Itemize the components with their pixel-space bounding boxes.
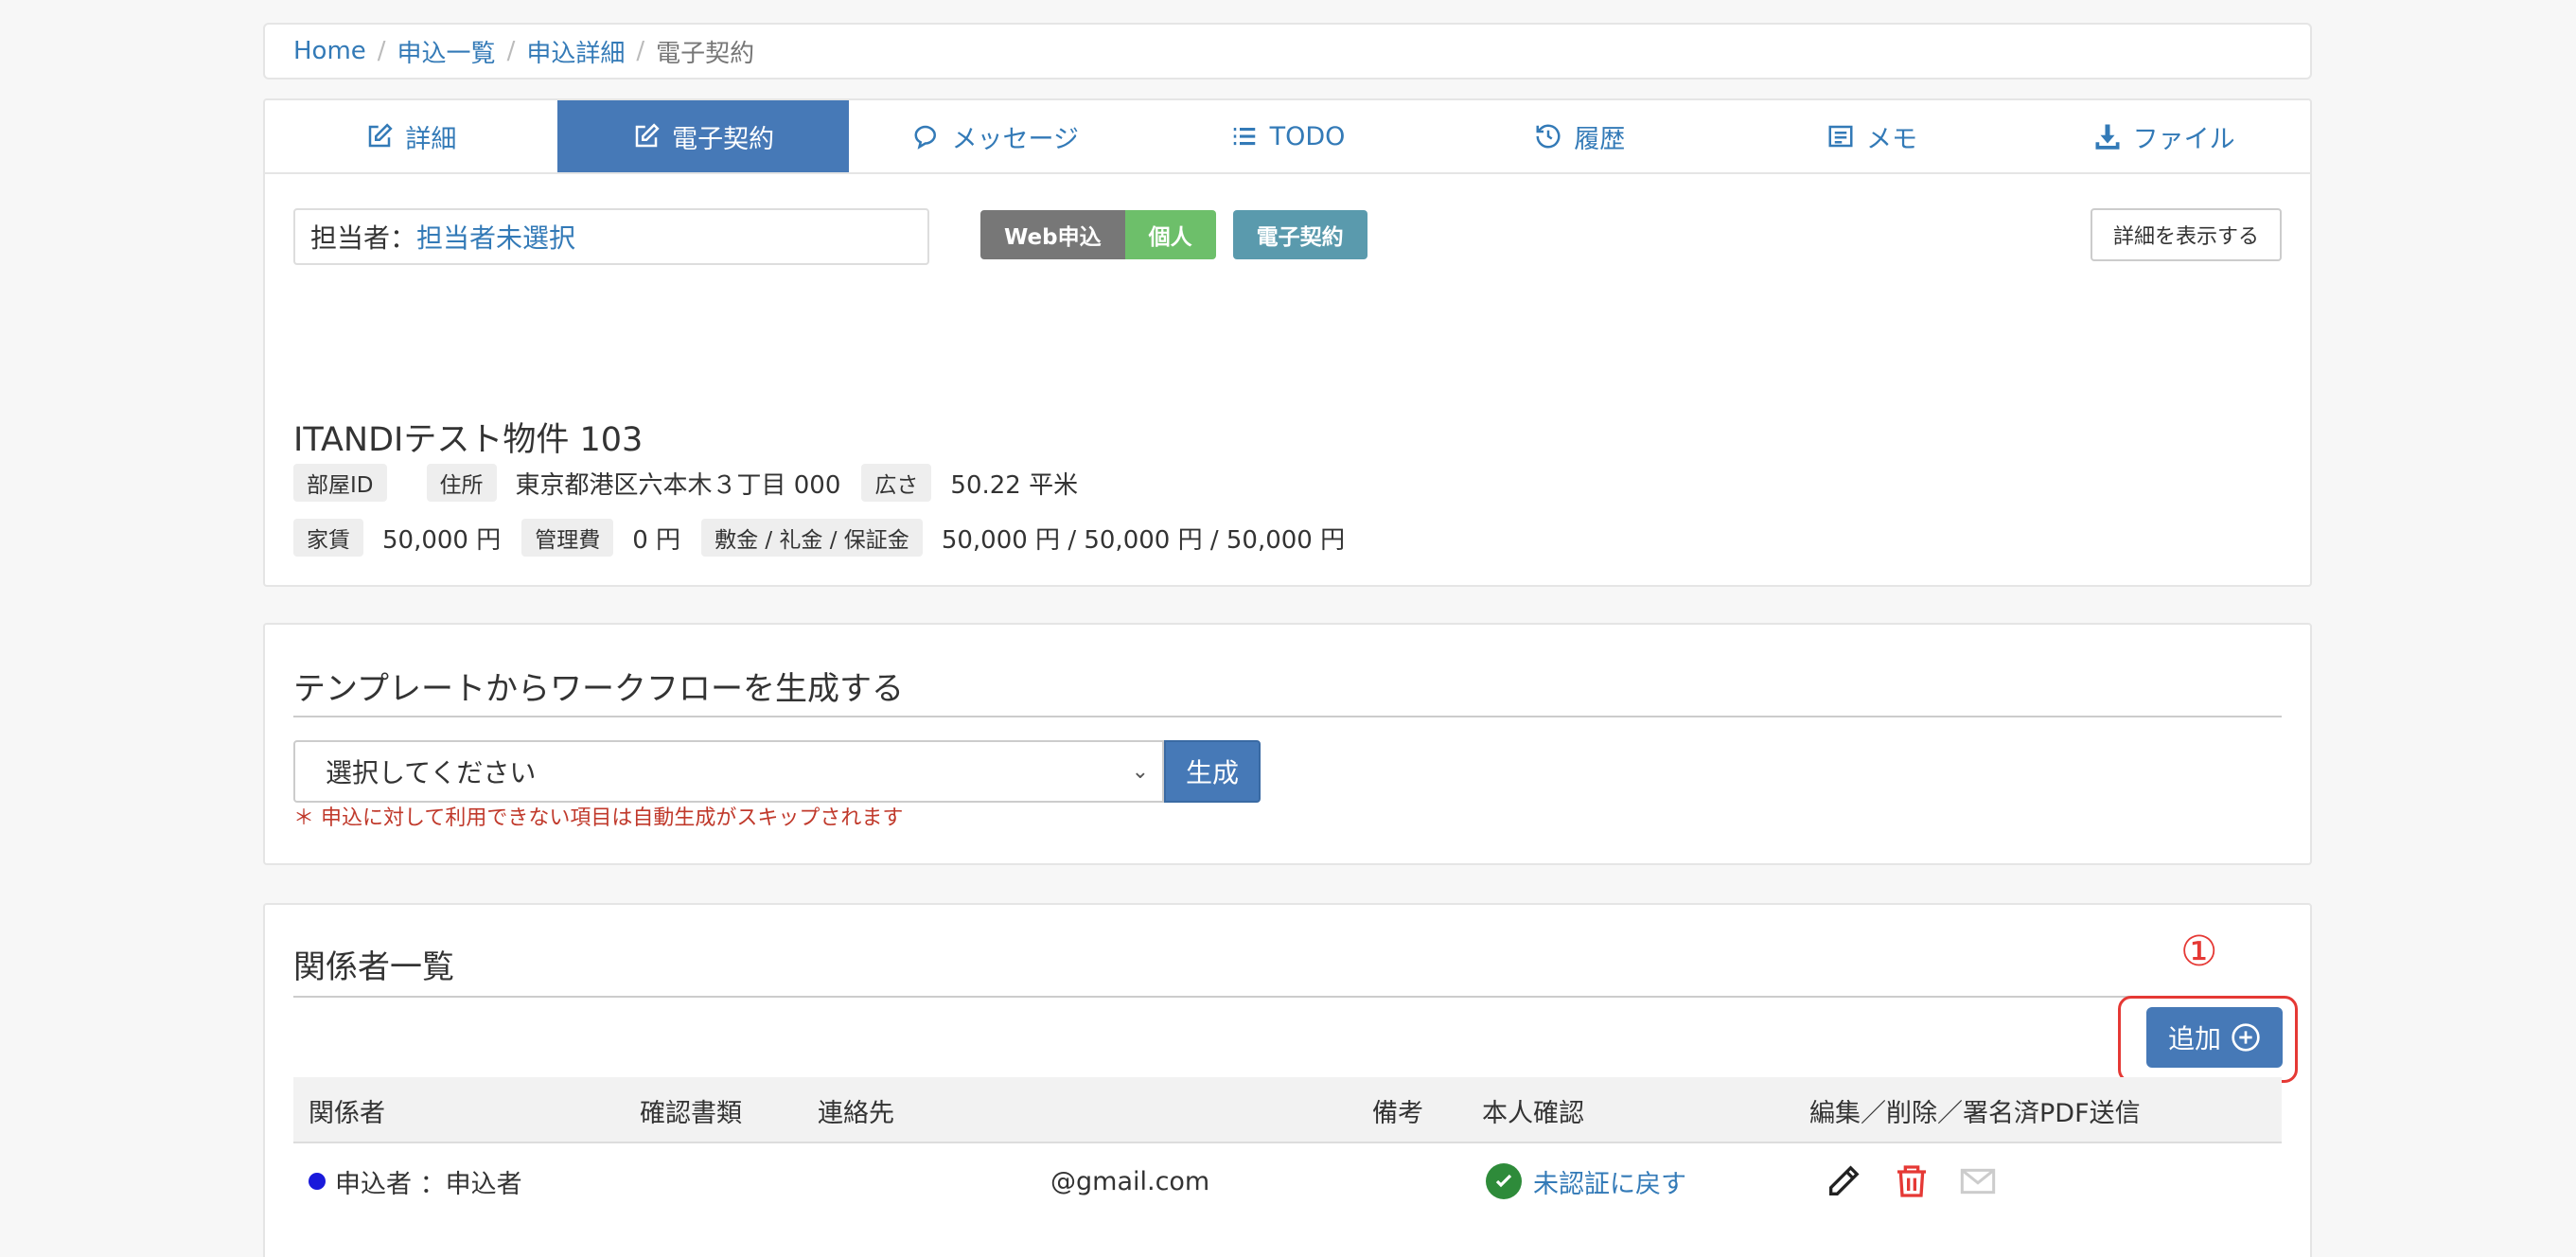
- divider: [293, 716, 2282, 717]
- edit-icon: [369, 123, 394, 148]
- template-select[interactable]: 選択してください ⌄: [293, 740, 1164, 803]
- generate-button[interactable]: 生成: [1164, 740, 1261, 803]
- room-id-label: 部屋ID: [293, 464, 387, 502]
- tab-e-contract[interactable]: 電子契約: [556, 100, 850, 172]
- tab-todo[interactable]: TODO: [1141, 100, 1434, 172]
- badge-individual: 個人: [1124, 210, 1216, 259]
- column-documents: 確認書類: [640, 1098, 742, 1128]
- tab-files[interactable]: ファイル: [2018, 100, 2310, 172]
- party-cell: 申込者 ：申込者: [309, 1143, 522, 1219]
- management-fee-value: 0 円: [632, 525, 681, 555]
- address-label: 住所: [426, 464, 497, 502]
- tab-bar: 詳細 電子契約 メッセージ TODO 履歴 メモ ファイル: [265, 100, 2310, 174]
- add-button-label: 追加: [2167, 1023, 2221, 1054]
- add-member-button[interactable]: 追加: [2146, 1007, 2283, 1068]
- delete-button[interactable]: [1893, 1143, 1931, 1219]
- breadcrumb-home[interactable]: Home: [293, 37, 366, 65]
- trash-icon: [1897, 1165, 1926, 1197]
- revert-verification-link[interactable]: 未認証に戻す: [1533, 1163, 1686, 1200]
- breadcrumb-separator: /: [506, 37, 516, 65]
- tab-label: 履歴: [1574, 124, 1626, 154]
- column-party: 関係者: [309, 1098, 385, 1128]
- column-verification: 本人確認: [1482, 1098, 1584, 1128]
- breadcrumb: Home / 申込一覧 / 申込詳細 / 電子契約: [263, 23, 2312, 80]
- tab-detail[interactable]: 詳細: [265, 100, 557, 172]
- send-signed-pdf-button[interactable]: [1959, 1143, 1997, 1219]
- area-value: 50.22 平米: [950, 470, 1079, 500]
- assignee-label: 担当者：: [310, 222, 417, 254]
- badge-web-application: Web申込: [980, 210, 1125, 259]
- tab-label: 詳細: [405, 124, 457, 154]
- property-row-2: 家賃 50,000 円 管理費 0 円 敷金 / 礼金 / 保証金 50,000…: [293, 519, 1366, 557]
- area-label: 広さ: [861, 464, 932, 502]
- show-detail-button[interactable]: 詳細を表示する: [2091, 208, 2282, 261]
- members-title: 関係者一覧: [293, 948, 454, 986]
- party-name: 申込者 ：申込者: [335, 1169, 522, 1199]
- template-select-value: 選択してください: [326, 757, 537, 788]
- tab-label: メモ: [1865, 124, 1917, 154]
- column-actions: 編集／削除／署名済PDF送信: [1809, 1098, 2141, 1128]
- rent-label: 家賃: [293, 519, 363, 557]
- annotation-marker: ①: [2180, 928, 2218, 976]
- members-table-header: 関係者 確認書類 連絡先 備考 本人確認 編集／削除／署名済PDF送信: [293, 1077, 2282, 1143]
- tab-label: ファイル: [2132, 124, 2235, 154]
- tab-history[interactable]: 履歴: [1434, 100, 1726, 172]
- assignee-field[interactable]: 担当者： 担当者未選択: [293, 208, 929, 265]
- workflow-title: テンプレートからワークフローを生成する: [293, 670, 904, 708]
- tab-label: メッセージ: [951, 124, 1080, 154]
- status-dot: [309, 1173, 326, 1190]
- chevron-down-icon: ⌄: [1131, 759, 1149, 784]
- pencil-icon: [1829, 1165, 1860, 1195]
- memo-icon: [1828, 125, 1853, 148]
- deposit-label: 敷金 / 礼金 / 保証金: [701, 519, 923, 557]
- column-contact: 連絡先: [818, 1098, 894, 1128]
- plus-circle-icon: [2232, 1023, 2260, 1052]
- deposit-value: 50,000 円 / 50,000 円 / 50,000 円: [941, 525, 1346, 555]
- members-card: 関係者一覧 ① 追加 関係者 確認書類 連絡先 備考 本人確認 編集／削除／署名…: [263, 903, 2312, 1257]
- application-card: 詳細 電子契約 メッセージ TODO 履歴 メモ ファイル 担当者： 担当者未選…: [263, 98, 2312, 587]
- assignee-link[interactable]: 担当者未選択: [416, 218, 575, 256]
- breadcrumb-separator: /: [636, 37, 645, 65]
- verification-cell: 未認証に戻す: [1486, 1143, 1686, 1219]
- tab-label: TODO: [1269, 121, 1346, 151]
- tab-messages[interactable]: メッセージ: [849, 100, 1141, 172]
- address-value: 東京都港区六本木３丁目 000: [515, 470, 841, 500]
- edit-button[interactable]: [1825, 1143, 1862, 1219]
- management-fee-label: 管理費: [521, 519, 614, 557]
- breadcrumb-separator: /: [377, 37, 386, 65]
- breadcrumb-application-list[interactable]: 申込一覧: [397, 34, 496, 69]
- mail-icon: [1960, 1168, 1996, 1195]
- badge-group: Web申込 個人 電子契約: [980, 210, 1367, 259]
- breadcrumb-current: 電子契約: [656, 39, 755, 68]
- check-circle-icon: [1486, 1163, 1522, 1199]
- list-icon: [1233, 127, 1255, 146]
- workflow-card: テンプレートからワークフローを生成する 選択してください ⌄ 生成 ＊ 申込に対…: [263, 623, 2312, 865]
- contact-cell: @gmail.com: [1050, 1166, 1210, 1196]
- history-icon: [1536, 124, 1561, 149]
- property-title: ITANDIテスト物件 103: [293, 421, 644, 459]
- breadcrumb-application-detail[interactable]: 申込詳細: [526, 34, 625, 69]
- divider: [293, 996, 2282, 998]
- table-row: 申込者 ：申込者 @gmail.com 未認証に戻す: [293, 1143, 2282, 1219]
- tab-label: 電子契約: [672, 124, 775, 154]
- download-icon: [2095, 124, 2120, 150]
- rent-value: 50,000 円: [382, 525, 502, 555]
- edit-icon: [635, 123, 660, 148]
- tab-memo[interactable]: メモ: [1726, 100, 2019, 172]
- badge-e-contract: 電子契約: [1232, 210, 1367, 259]
- column-note: 備考: [1372, 1098, 1423, 1128]
- workflow-warning: ＊ 申込に対して利用できない項目は自動生成がスキップされます: [293, 806, 904, 830]
- property-row-1: 部屋ID 住所 東京都港区六本木３丁目 000 広さ 50.22 平米: [293, 464, 1099, 502]
- chat-icon: [914, 125, 936, 150]
